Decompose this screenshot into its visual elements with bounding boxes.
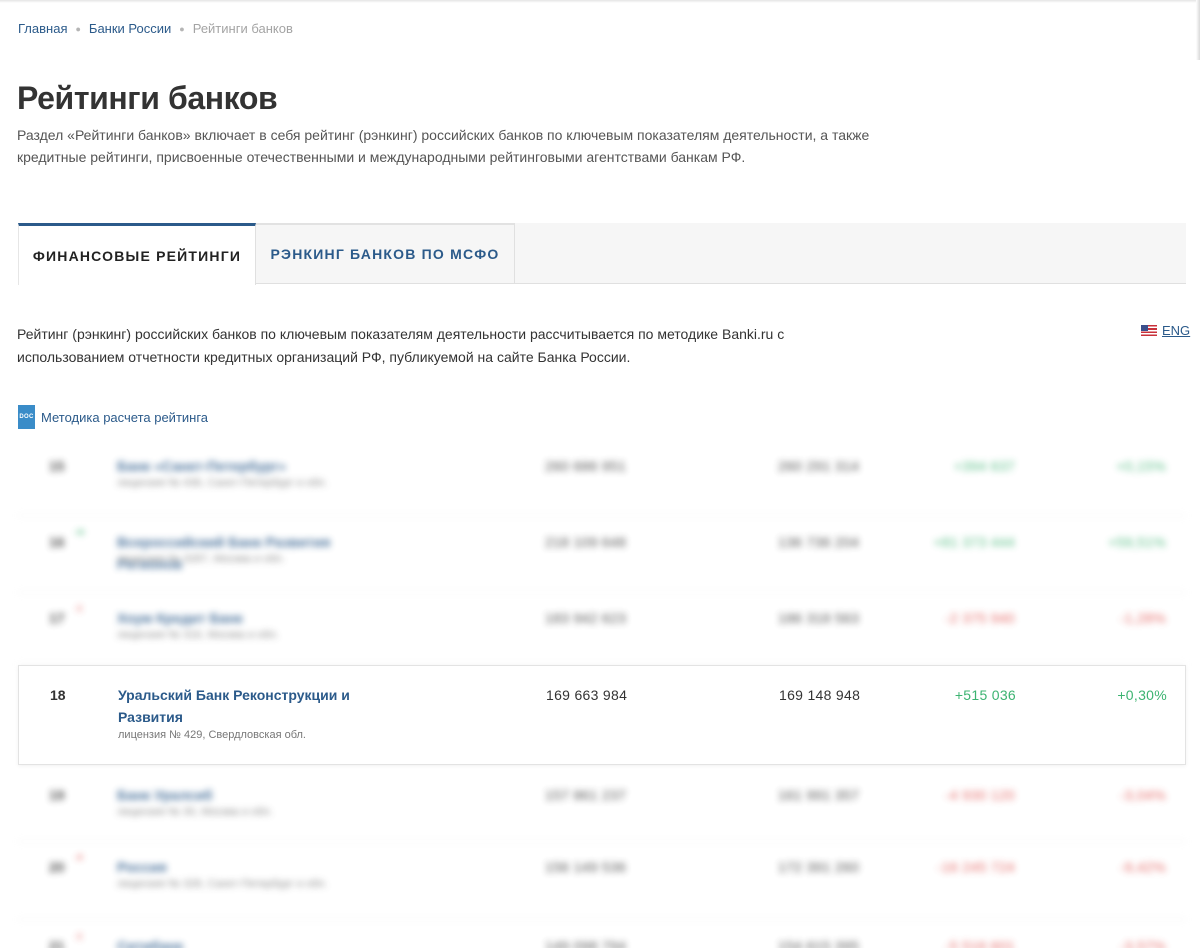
- methodology: DOC Методика расчета рейтинга: [18, 405, 208, 429]
- rank-number: 15: [49, 458, 65, 474]
- english-version-link[interactable]: ENG: [1141, 323, 1190, 338]
- value-change-percent: +0,15%: [1116, 458, 1166, 474]
- value-change: -5 516 601: [945, 938, 1015, 948]
- bank-name-link[interactable]: Россия: [117, 856, 377, 878]
- rank-number: 21: [49, 938, 65, 948]
- value-change-percent: -1,28%: [1119, 610, 1166, 626]
- bank-license: лицензия № 429, Свердловская обл.: [118, 729, 306, 741]
- table-row[interactable]: 19 Банк Уралсиб лицензия № 30, Москва и об…: [18, 765, 1186, 842]
- value-change: -16 245 724: [936, 859, 1015, 875]
- rank-number: 19: [49, 787, 65, 803]
- value-previous: 161 991 357: [778, 787, 860, 803]
- breadcrumb: Главная ● Банки России ● Рейтинги банков: [18, 21, 293, 36]
- value-previous: 260 291 314: [778, 458, 860, 474]
- breadcrumb-separator: ●: [75, 23, 81, 34]
- rank-number: 18: [50, 687, 66, 703]
- rank-change-badge: -1: [75, 932, 83, 941]
- value-change-percent: -9,42%: [1119, 859, 1166, 875]
- rank-change-badge: -4: [75, 853, 83, 862]
- page-title: Рейтинги банков: [17, 80, 278, 116]
- breadcrumb-separator: ●: [179, 23, 185, 34]
- rank-number: 16: [49, 534, 65, 550]
- value-change: +81 373 444: [933, 534, 1015, 550]
- value-current: 156 149 536: [545, 859, 627, 875]
- rank-number: 17: [49, 610, 65, 626]
- english-version-label: ENG: [1162, 323, 1191, 338]
- value-change: +515 036: [954, 687, 1016, 703]
- value-current: 260 686 951: [545, 458, 627, 474]
- value-previous: 136 736 204: [778, 534, 860, 550]
- value-previous: 154 615 395: [778, 938, 860, 948]
- table-row[interactable]: 17 -1 Хоум Кредит Банк лицензия № 316, Моск…: [18, 593, 1186, 665]
- value-previous: 169 148 948: [779, 687, 861, 703]
- value-change: -4 930 120: [945, 787, 1015, 803]
- value-change-percent: +0,30%: [1117, 687, 1167, 703]
- doc-file-icon: DOC: [18, 405, 35, 429]
- bank-name-link[interactable]: Банк Уралсиб: [117, 784, 377, 806]
- breadcrumb-banks-russia[interactable]: Банки России: [89, 21, 171, 36]
- breadcrumb-current: Рейтинги банков: [192, 21, 293, 36]
- rating-tabs: Финансовые рейтинги Рэнкинг банков по МС…: [18, 223, 1186, 285]
- value-change-percent: +59,51%: [1108, 534, 1166, 550]
- us-flag-icon: [1141, 325, 1157, 336]
- bank-license: лицензия № 328, Санкт-Петербург и обл.: [117, 878, 328, 890]
- rank-change-badge: +6: [75, 528, 85, 537]
- value-current: 149 098 794: [545, 938, 627, 948]
- value-current: 169 663 984: [546, 687, 628, 703]
- value-current: 183 942 623: [545, 610, 627, 626]
- value-change: +394 637: [953, 458, 1015, 474]
- value-change-percent: -3,04%: [1119, 787, 1166, 803]
- table-row[interactable]: 18 Уральский Банк Реконструкции и Развити…: [18, 665, 1186, 765]
- tab-financial-ratings[interactable]: Финансовые рейтинги: [18, 223, 256, 285]
- rating-intro-text: Рейтинг (рэнкинг) российских банков по к…: [17, 326, 785, 365]
- bank-license: лицензия № 30, Москва и обл.: [117, 806, 273, 818]
- bank-license: лицензия № 3287, Москва и обл.: [117, 553, 285, 565]
- value-current: 157 861 237: [545, 787, 627, 803]
- page-description: Раздел «Рейтинги банков» включает в себя…: [17, 127, 870, 165]
- table-row[interactable]: 15 Банк «Санкт-Петербург» лицензия № 436, …: [18, 446, 1186, 516]
- bank-name-link[interactable]: Ситибанк: [117, 935, 377, 948]
- bank-name-link[interactable]: Уральский Банк Реконструкции и Развития: [118, 684, 378, 728]
- tab-ifrs-ranking[interactable]: Рэнкинг банков по МСФО: [256, 223, 515, 283]
- bank-name-link[interactable]: Банк «Санкт-Петербург»: [117, 455, 377, 477]
- bank-license: лицензия № 436, Санкт-Петербург и обл.: [117, 477, 328, 489]
- table-row[interactable]: 16 +6 Всероссийский Банк Развития Регионов…: [18, 516, 1186, 593]
- value-current: 218 109 648: [545, 534, 627, 550]
- top-shadow: [0, 0, 1200, 3]
- bank-license: лицензия № 316, Москва и обл.: [117, 629, 279, 641]
- methodology-link[interactable]: Методика расчета рейтинга: [41, 410, 208, 425]
- value-previous: 172 391 260: [778, 859, 860, 875]
- bank-name-link[interactable]: Хоум Кредит Банк: [117, 607, 377, 629]
- value-change-percent: -3,57%: [1119, 938, 1166, 948]
- rank-number: 20: [49, 859, 65, 875]
- table-row[interactable]: 20 -4 Россия лицензия № 328, Санкт-Петербур…: [18, 842, 1186, 920]
- scrollbar-edge: [1196, 0, 1200, 60]
- breadcrumb-home[interactable]: Главная: [18, 21, 67, 36]
- table-row[interactable]: 21-1Ситибанклицензия № 2557, Москва и об…: [18, 920, 1186, 948]
- value-previous: 186 318 563: [778, 610, 860, 626]
- rank-change-badge: -1: [75, 604, 83, 613]
- value-change: -2 375 940: [945, 610, 1015, 626]
